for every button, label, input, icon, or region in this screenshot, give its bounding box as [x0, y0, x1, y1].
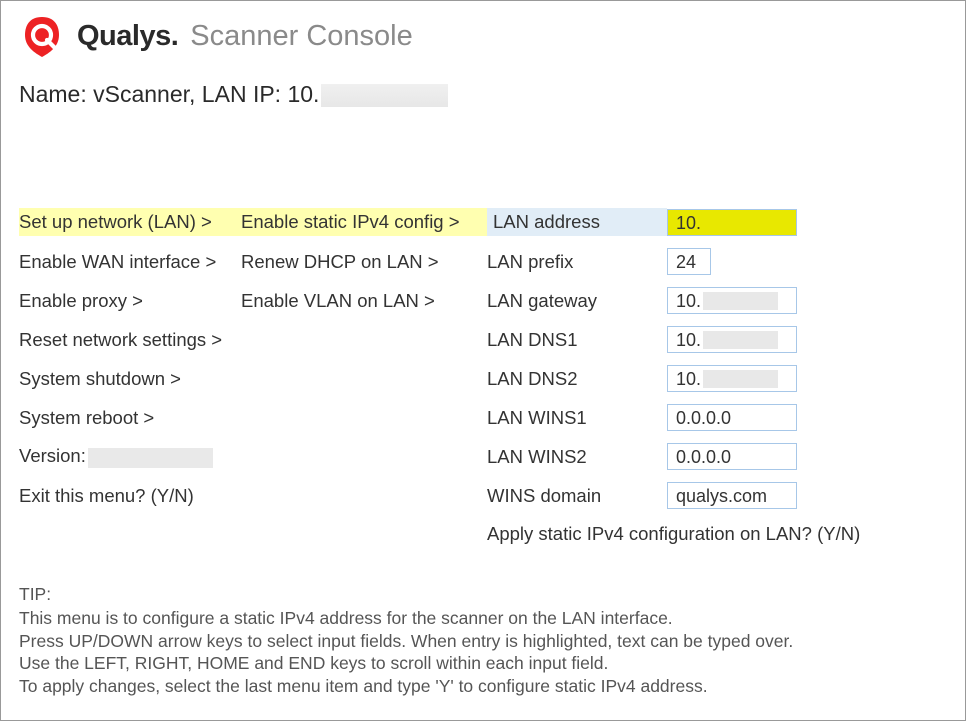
input-lan-gateway-value: 10. [676, 290, 701, 312]
menu-renew-dhcp-lan[interactable]: Renew DHCP on LAN > [241, 251, 487, 273]
tip-line-1: This menu is to configure a static IPv4 … [19, 607, 947, 630]
input-lan-dns1-value: 10. [676, 329, 701, 351]
label-wins-domain: WINS domain [487, 485, 667, 507]
tip-block: TIP: This menu is to configure a static … [19, 583, 947, 698]
field-lan-dns2-wrap: 10. [667, 365, 837, 392]
brand-name: Qualys. [77, 20, 178, 53]
menu-enable-vlan-lan[interactable]: Enable VLAN on LAN > [241, 290, 487, 312]
input-lan-dns1[interactable]: 10. [667, 326, 797, 353]
label-lan-wins2: LAN WINS2 [487, 446, 667, 468]
label-lan-dns2: LAN DNS2 [487, 368, 667, 390]
field-lan-address-wrap: 10. [667, 209, 837, 236]
scanner-name-line: Name: vScanner, LAN IP: 10. [19, 81, 947, 108]
redacted-mask [703, 370, 778, 388]
menu-version: Version: [19, 445, 241, 467]
ip-redacted [321, 84, 448, 107]
menu-enable-static-ipv4[interactable]: Enable static IPv4 config > [241, 208, 487, 236]
tip-label: TIP: [19, 583, 947, 606]
label-lan-wins1: LAN WINS1 [487, 407, 667, 429]
tip-line-3: Use the LEFT, RIGHT, HOME and END keys t… [19, 652, 947, 675]
tip-line-4: To apply changes, select the last menu i… [19, 675, 947, 698]
field-lan-dns1-wrap: 10. [667, 326, 837, 353]
menu-system-reboot[interactable]: System reboot > [19, 407, 241, 429]
input-lan-address[interactable]: 10. [667, 209, 797, 236]
redacted-mask [703, 292, 778, 310]
menu-enable-proxy[interactable]: Enable proxy > [19, 290, 241, 312]
label-lan-gateway: LAN gateway [487, 290, 667, 312]
field-wins-domain-wrap: qualys.com [667, 482, 837, 509]
field-lan-wins1-wrap: 0.0.0.0 [667, 404, 837, 431]
label-lan-address: LAN address [487, 208, 667, 236]
menu-enable-wan-interface[interactable]: Enable WAN interface > [19, 251, 241, 273]
input-lan-wins1[interactable]: 0.0.0.0 [667, 404, 797, 431]
label-lan-prefix: LAN prefix [487, 251, 667, 273]
input-wins-domain[interactable]: qualys.com [667, 482, 797, 509]
menu-reset-network-settings[interactable]: Reset network settings > [19, 329, 241, 351]
field-lan-gateway-wrap: 10. [667, 287, 837, 314]
input-lan-dns2[interactable]: 10. [667, 365, 797, 392]
redacted-mask [703, 331, 778, 349]
menu-system-shutdown[interactable]: System shutdown > [19, 368, 241, 390]
input-lan-gateway[interactable]: 10. [667, 287, 797, 314]
menu-exit[interactable]: Exit this menu? (Y/N) [19, 485, 241, 507]
input-lan-dns2-value: 10. [676, 368, 701, 390]
menu-version-label: Version: [19, 445, 86, 466]
tip-line-2: Press UP/DOWN arrow keys to select input… [19, 630, 947, 653]
input-lan-wins2[interactable]: 0.0.0.0 [667, 443, 797, 470]
input-lan-prefix[interactable]: 24 [667, 248, 711, 275]
field-lan-wins2-wrap: 0.0.0.0 [667, 443, 837, 470]
qualys-logo-icon [19, 13, 65, 59]
console-header: Qualys. Scanner Console [19, 13, 947, 59]
field-lan-prefix-wrap: 24 [667, 248, 837, 275]
label-lan-dns1: LAN DNS1 [487, 329, 667, 351]
version-redacted [88, 448, 213, 468]
menu-grid: Set up network (LAN) > Enable static IPv… [19, 208, 947, 545]
scanner-name-text: Name: vScanner, LAN IP: 10. [19, 81, 319, 107]
apply-static-ipv4-prompt[interactable]: Apply static IPv4 configuration on LAN? … [487, 523, 837, 545]
console-title: Scanner Console [190, 20, 412, 53]
menu-set-up-network-lan[interactable]: Set up network (LAN) > [19, 208, 241, 236]
